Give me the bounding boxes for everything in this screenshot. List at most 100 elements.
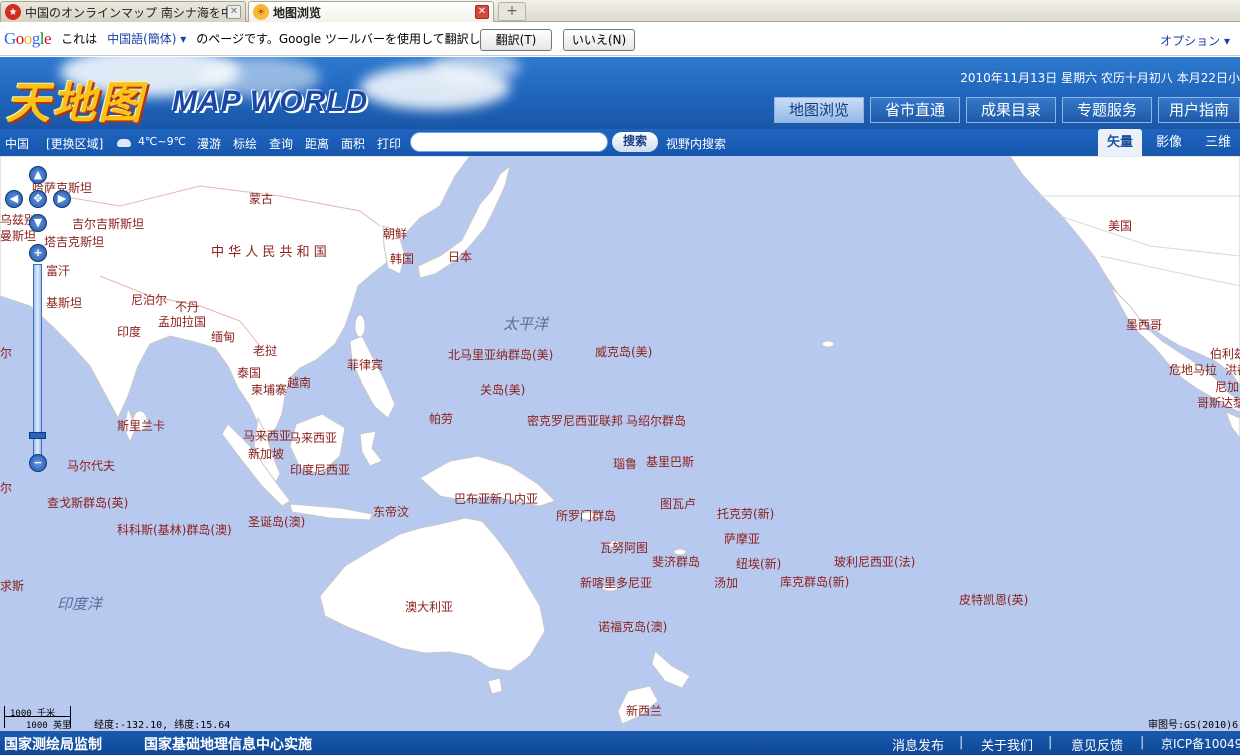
new-tab-button[interactable]: +	[498, 2, 526, 21]
footer-link-feedback[interactable]: 意见反馈	[1071, 735, 1123, 754]
tab-title: 地图浏览	[273, 5, 322, 20]
pan-up-icon[interactable]: ▲	[29, 166, 47, 184]
date-display: 2010年11月13日 星期六 农历十月初八 本月22日小	[960, 71, 1240, 85]
nav-user-guide[interactable]: 用户指南	[1158, 97, 1240, 123]
tool-pan[interactable]: 漫游	[197, 135, 221, 152]
map-label: 尼泊尔	[131, 293, 168, 307]
language-dropdown[interactable]: 中国語(簡体) ▾	[107, 30, 186, 47]
map-label: 孟加拉国	[158, 315, 207, 329]
nav-map-browse[interactable]: 地图浏览	[774, 97, 864, 123]
tool-area[interactable]: 面积	[341, 135, 365, 152]
zoom-slider-track[interactable]	[33, 264, 42, 456]
footer-icp[interactable]: 京ICP备100498	[1161, 735, 1240, 752]
search-button[interactable]: 搜索	[612, 132, 658, 152]
tool-distance[interactable]: 距离	[305, 135, 329, 152]
options-menu[interactable]: オプション ▾	[1160, 32, 1230, 49]
tool-print[interactable]: 打印	[377, 135, 401, 152]
map-label: 威克岛(美)	[595, 345, 653, 359]
tool-mark[interactable]: 标绘	[233, 135, 257, 152]
pan-right-icon[interactable]: ▶	[53, 190, 71, 208]
site-footer: 国家测绘局监制 国家基础地理信息中心实施 消息发布 | 关于我们 | 意见反馈 …	[0, 731, 1240, 755]
nav-catalog[interactable]: 成果目录	[966, 97, 1056, 123]
weather-temp: 4℃~9℃	[138, 135, 186, 148]
tab-vector[interactable]: 矢量	[1098, 129, 1142, 156]
map-label: 马来西亚	[243, 429, 292, 443]
map-label: 北马里亚纳群岛(美)	[448, 348, 554, 362]
map-label: 洪都	[1225, 363, 1240, 377]
tianditu-favicon-icon: ☀	[253, 4, 269, 20]
red-star-favicon-icon: ★	[5, 4, 21, 20]
map-label: 马尔代夫	[67, 459, 116, 473]
tab-3d[interactable]: 三维	[1196, 129, 1240, 156]
search-input[interactable]	[410, 132, 608, 152]
map-label: 朝鲜	[383, 227, 408, 241]
map-label: 蒙古	[249, 192, 274, 206]
map-label: 斯里兰卡	[117, 419, 166, 433]
map-label: 马绍尔群岛	[626, 414, 687, 428]
decline-translate-button[interactable]: いいえ(N)	[563, 29, 635, 51]
cloud-icon	[117, 139, 131, 147]
footer-link-news[interactable]: 消息发布	[892, 735, 944, 754]
map-label: 求斯	[0, 579, 25, 593]
ocean-label-pacific: 太平洋	[503, 315, 549, 333]
map-label: 圣诞岛(澳)	[248, 515, 306, 529]
map-label: 伯利兹	[1210, 347, 1240, 361]
tab-imagery[interactable]: 影像	[1147, 129, 1191, 156]
mapworld-logo: MAP WORLD	[172, 85, 369, 118]
map-label: 查戈斯群岛(英)	[47, 496, 129, 510]
map-label: 尼加	[1215, 380, 1240, 394]
map-label: 马来西亚	[289, 431, 338, 445]
map-label: 富汗	[46, 264, 71, 278]
translate-button[interactable]: 翻訳(T)	[480, 29, 552, 51]
translate-prefix: これは	[61, 32, 98, 46]
tab-title: 中国のオンラインマップ 南シナ海を中国...	[25, 5, 227, 20]
map-label: 密克罗尼西亚联邦	[527, 414, 624, 428]
scale-mi: 1000 英里	[26, 721, 72, 731]
nav-thematic[interactable]: 专题服务	[1062, 97, 1152, 123]
close-tab-icon[interactable]: ✕	[227, 5, 241, 19]
zoom-slider-handle[interactable]	[29, 432, 46, 439]
map-land-layer	[0, 156, 1240, 725]
map-label: 斐济群岛	[652, 555, 701, 569]
browser-tab-2[interactable]: ☀ 地图浏览 ✕	[248, 1, 494, 22]
search-in-view-link[interactable]: 视野内搜索	[666, 135, 726, 152]
pan-left-icon[interactable]: ◀	[5, 190, 23, 208]
google-logo: Google	[4, 28, 52, 48]
map-label: 基里巴斯	[646, 455, 695, 469]
map-label: 韩国	[390, 252, 415, 266]
footer-link-about[interactable]: 关于我们	[981, 735, 1033, 754]
tool-query[interactable]: 查询	[269, 135, 293, 152]
map-label: 塔吉克斯坦	[44, 235, 105, 249]
map-label: 关岛(美)	[480, 383, 526, 397]
map-label: 印度尼西亚	[290, 463, 351, 477]
pan-center-icon[interactable]: ✥	[29, 190, 47, 208]
change-region-link[interactable]: [更换区域]	[46, 135, 103, 152]
zoom-in-icon[interactable]: +	[29, 244, 47, 262]
browser-tab-1[interactable]: ★ 中国のオンラインマップ 南シナ海を中国... ✕	[0, 1, 246, 22]
map-label: 尔	[0, 481, 13, 495]
pan-down-icon[interactable]: ▼	[29, 214, 47, 232]
map-label: 新喀里多尼亚	[580, 576, 653, 590]
close-tab-icon[interactable]: ✕	[475, 5, 489, 19]
map-label: 越南	[287, 376, 312, 390]
footer-implementer: 国家基础地理信息中心实施	[144, 737, 312, 753]
map-label: 美国	[1108, 219, 1133, 233]
nav-province-city[interactable]: 省市直通	[870, 97, 960, 123]
map-label: 巴布亚新几内亚	[454, 492, 539, 506]
map-label: 菲律宾	[347, 358, 384, 372]
map-label: 纽埃(新)	[736, 557, 782, 571]
tianditu-logo[interactable]: 天地图	[6, 67, 144, 129]
map-label: 印度	[117, 325, 142, 339]
map-label: 澳大利亚	[405, 600, 454, 614]
current-region: 中国	[5, 137, 30, 151]
browser-tab-bar: ★ 中国のオンラインマップ 南シナ海を中国... ✕ ☀ 地图浏览 ✕ +	[0, 0, 1240, 22]
map-label: 萨摩亚	[724, 532, 761, 546]
map-label: 柬埔寨	[251, 383, 288, 397]
zoom-out-icon[interactable]: −	[29, 454, 47, 472]
map-label: 帕劳	[429, 412, 454, 426]
map-label: 墨西哥	[1126, 318, 1163, 332]
map-label: 新西兰	[626, 704, 663, 718]
map-canvas[interactable]: 哈萨克斯坦 蒙古 乌兹别 吉尔吉斯斯坦 曼斯坦 塔吉克斯坦 中 华 人 民 共 …	[0, 156, 1240, 731]
ocean-label-indian: 印度洋	[57, 595, 103, 613]
map-label: 新加坡	[248, 447, 285, 461]
